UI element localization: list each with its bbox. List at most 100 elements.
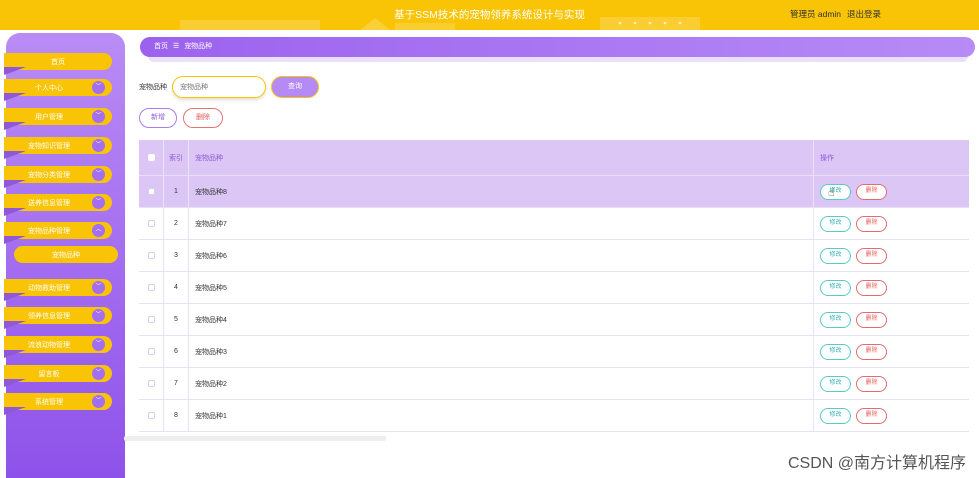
row-index: 6: [164, 336, 189, 367]
table-row[interactable]: 8 宠物品种1 修改 删除: [139, 400, 969, 432]
row-name: 宠物品种7: [189, 208, 814, 239]
row-checkbox[interactable]: [147, 188, 155, 195]
sidebar-item-label: 流浪动物管理: [28, 341, 70, 349]
row-index: 7: [164, 368, 189, 399]
row-checkbox[interactable]: [147, 316, 155, 323]
row-index: 5: [164, 304, 189, 335]
chevron-down-icon[interactable]: ﹀: [92, 110, 105, 123]
sidebar-item[interactable]: 领养信息管理 ﹀: [4, 307, 112, 329]
chevron-down-icon[interactable]: ﹀: [92, 367, 105, 380]
row-name: 宠物品种5: [189, 272, 814, 303]
table-row[interactable]: 2 宠物品种7 修改 删除: [139, 208, 969, 240]
edit-button[interactable]: 修改: [820, 279, 851, 296]
search-button[interactable]: 查询: [271, 76, 319, 98]
sidebar-item-label: 宠物品种: [52, 251, 80, 259]
ribbon-tail: [4, 293, 26, 301]
sidebar-item[interactable]: 个人中心 ﹀: [4, 79, 112, 101]
sidebar-item-label: 宠物品种管理: [28, 227, 70, 235]
table-row[interactable]: 6 宠物品种3 修改 删除: [139, 336, 969, 368]
edit-button[interactable]: 修改: [820, 247, 851, 264]
delete-button[interactable]: 删除: [856, 215, 887, 232]
sidebar-subitem[interactable]: 宠物品种: [14, 246, 118, 263]
sidebar-item-label: 留言板: [38, 370, 60, 378]
ribbon-tail: [4, 321, 26, 329]
table-row[interactable]: 3 宠物品种6 修改 删除: [139, 240, 969, 272]
row-checkbox[interactable]: [147, 252, 155, 259]
delete-button[interactable]: 删除: [856, 183, 887, 200]
chevron-down-icon[interactable]: ﹀: [92, 309, 105, 322]
ribbon-tail: [4, 151, 26, 159]
header-name: 宠物品种: [189, 140, 814, 175]
edit-button[interactable]: 修改: [820, 343, 851, 360]
hand-cursor-icon: ☝: [828, 186, 835, 199]
row-checkbox-cell: [139, 272, 164, 303]
row-checkbox[interactable]: [147, 348, 155, 355]
table-row[interactable]: 4 宠物品种5 修改 删除: [139, 272, 969, 304]
row-checkbox-cell: [139, 208, 164, 239]
row-checkbox[interactable]: [147, 220, 155, 227]
horizontal-scrollbar[interactable]: [124, 436, 386, 441]
delete-button[interactable]: 删除: [856, 407, 887, 424]
table-row[interactable]: 5 宠物品种4 修改 删除: [139, 304, 969, 336]
ribbon-tail: [4, 379, 26, 387]
table-row[interactable]: 1 宠物品种8 修改 ☝ 删除: [139, 176, 969, 208]
select-all-checkbox[interactable]: [147, 154, 155, 161]
chevron-down-icon[interactable]: ﹀: [92, 139, 105, 152]
sidebar-item-label: 动物救助管理: [28, 284, 70, 292]
chevron-down-icon[interactable]: ﹀: [92, 196, 105, 209]
chevron-up-icon[interactable]: ︿: [92, 224, 105, 237]
chevron-down-icon[interactable]: ﹀: [92, 168, 105, 181]
batch-delete-button[interactable]: 删除: [183, 108, 223, 128]
chevron-down-icon[interactable]: ﹀: [92, 338, 105, 351]
sidebar-item[interactable]: 宠物品种管理 ︿: [4, 222, 112, 244]
sidebar-item[interactable]: 动物救助管理 ﹀: [4, 279, 112, 301]
chevron-down-icon[interactable]: ﹀: [92, 281, 105, 294]
chevron-down-icon[interactable]: ﹀: [92, 395, 105, 408]
row-actions: 修改 删除: [814, 304, 969, 335]
sidebar-item-label: 宠物分类管理: [28, 171, 70, 179]
sidebar-item[interactable]: 送养信息管理 ﹀: [4, 194, 112, 216]
ribbon-tail: [4, 67, 26, 75]
row-checkbox-cell: [139, 336, 164, 367]
sidebar-item-label: 送养信息管理: [28, 199, 70, 207]
breadcrumb-current: 宠物品种: [184, 43, 213, 50]
sidebar-item-label: 领养信息管理: [28, 312, 70, 320]
row-index: 3: [164, 240, 189, 271]
delete-button[interactable]: 删除: [856, 375, 887, 392]
edit-button[interactable]: 修改: [820, 311, 851, 328]
edit-label: 修改: [829, 219, 842, 226]
add-button[interactable]: 新增: [139, 108, 177, 128]
delete-button[interactable]: 删除: [856, 247, 887, 264]
logout-link[interactable]: 退出登录: [847, 9, 881, 19]
sidebar-item[interactable]: 首页: [4, 53, 112, 75]
sidebar-item[interactable]: 用户管理 ﹀: [4, 108, 112, 130]
edit-button[interactable]: 修改: [820, 375, 851, 392]
edit-button[interactable]: 修改: [820, 215, 851, 232]
row-checkbox[interactable]: [147, 412, 155, 419]
sidebar-item-label: 首页: [51, 58, 65, 66]
sidebar-item[interactable]: 宠物分类管理 ﹀: [4, 166, 112, 188]
row-actions: 修改 删除: [814, 240, 969, 271]
row-checkbox-cell: [139, 304, 164, 335]
row-checkbox[interactable]: [147, 284, 155, 291]
search-input[interactable]: [172, 76, 266, 98]
row-checkbox-cell: [139, 400, 164, 431]
sidebar-item[interactable]: 宠物知识管理 ﹀: [4, 137, 112, 159]
delete-button[interactable]: 删除: [856, 279, 887, 296]
sidebar-item[interactable]: 系统管理 ﹀: [4, 393, 112, 415]
ribbon-tail: [4, 236, 26, 244]
breadcrumb-home[interactable]: 首页: [154, 43, 168, 50]
chevron-down-icon[interactable]: ﹀: [92, 81, 105, 94]
sidebar-item[interactable]: 流浪动物管理 ﹀: [4, 336, 112, 358]
sidebar-item[interactable]: 留言板 ﹀: [4, 365, 112, 387]
table-row[interactable]: 7 宠物品种2 修改 删除: [139, 368, 969, 400]
row-index: 1: [164, 176, 189, 207]
row-checkbox[interactable]: [147, 380, 155, 387]
ribbon-tail: [4, 180, 26, 188]
delete-button[interactable]: 删除: [856, 311, 887, 328]
delete-button[interactable]: 删除: [856, 343, 887, 360]
row-actions: 修改 ☝ 删除: [814, 176, 969, 207]
table-header-row: 索引 宠物品种 操作: [139, 140, 969, 176]
edit-button[interactable]: 修改: [820, 407, 851, 424]
edit-button[interactable]: 修改 ☝: [820, 183, 851, 200]
